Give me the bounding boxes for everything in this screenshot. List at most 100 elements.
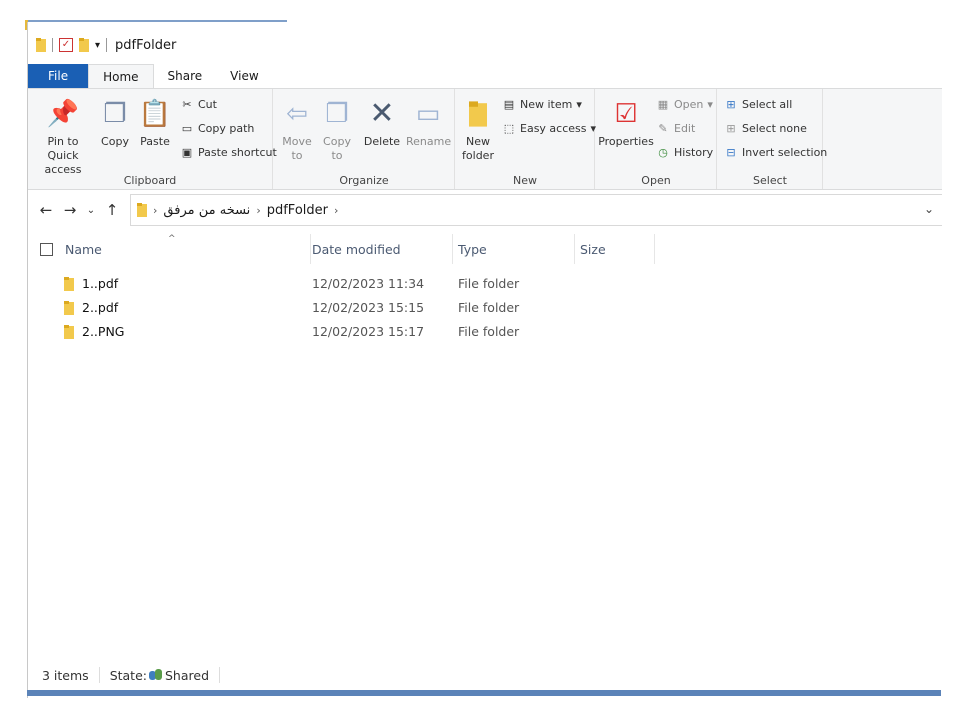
- select-all-button[interactable]: ⊞ Select all: [724, 97, 792, 111]
- move-to-icon: ⇦: [286, 99, 308, 129]
- tab-file[interactable]: File: [28, 64, 89, 88]
- rename-button[interactable]: ▭ Rename: [406, 97, 452, 149]
- recent-locations-chevron-icon[interactable]: ⌄: [82, 205, 100, 216]
- file-name: 2..pdf: [82, 300, 119, 315]
- edit-button[interactable]: ✎ Edit: [656, 121, 695, 135]
- new-folder-icon[interactable]: [79, 38, 89, 52]
- select-all-icon: ⊞: [726, 97, 736, 111]
- window-title: pdfFolder: [115, 37, 177, 53]
- edit-icon: ✎: [658, 121, 668, 135]
- select-none-button[interactable]: ⊞ Select none: [724, 121, 806, 135]
- copy-label: Copy: [101, 135, 129, 148]
- delete-x-icon: ✕: [369, 96, 395, 131]
- paste-button[interactable]: 📋 Paste: [136, 97, 174, 149]
- paste-shortcut-icon: ▣: [181, 145, 193, 159]
- file-name: 1..pdf: [82, 276, 119, 291]
- file-date: 12/02/2023 15:17: [312, 324, 425, 339]
- copy-icon: ❐: [103, 99, 127, 129]
- cut-label: Cut: [198, 97, 217, 111]
- column-headers: ^ Name Date modified Type Size: [28, 234, 942, 264]
- folder-icon: [64, 300, 74, 315]
- easy-access-icon: ⬚: [503, 121, 515, 135]
- new-folder-icon: [462, 97, 494, 131]
- new-item-button[interactable]: ▤ New item ▾: [502, 97, 582, 111]
- invert-selection-button[interactable]: ⊟ Invert selection: [724, 145, 827, 159]
- history-button[interactable]: ◷ History: [656, 145, 713, 159]
- ribbon: 📌 Pin to Quick access ❐ Copy 📋 Paste ✂ C…: [28, 88, 942, 190]
- organize-group-label: Organize: [339, 174, 389, 187]
- invert-selection-label: Invert selection: [742, 145, 828, 159]
- ribbon-tabs: File Home Share View: [28, 64, 942, 88]
- status-divider: [219, 667, 221, 683]
- forward-arrow-icon[interactable]: →: [58, 201, 82, 219]
- file-type: File folder: [458, 276, 520, 291]
- column-name-label: Name: [65, 241, 102, 257]
- breadcrumb-chevron-icon[interactable]: ›: [153, 204, 157, 217]
- paste-label: Paste: [140, 135, 170, 148]
- cut-button[interactable]: ✂ Cut: [180, 97, 217, 111]
- new-folder-label: New folder: [462, 135, 494, 162]
- file-name-cell: 2..pdf: [64, 300, 118, 315]
- new-item-label: New item: [520, 97, 573, 111]
- list-item[interactable]: 2..pdf 12/02/2023 15:15 File folder: [28, 296, 942, 320]
- column-size-header[interactable]: Size: [574, 234, 655, 264]
- address-dropdown-icon[interactable]: ⌄: [924, 202, 934, 216]
- copy-to-icon: ❐: [325, 99, 349, 129]
- new-item-dropdown-icon: ▾: [576, 97, 582, 111]
- folder-icon: [64, 324, 74, 339]
- copy-path-label: Copy path: [198, 121, 255, 135]
- status-divider: [98, 667, 100, 683]
- column-date-label: Date modified: [312, 241, 401, 257]
- new-item-icon: ▤: [503, 97, 515, 111]
- window-bottom-accent: [27, 690, 941, 696]
- tab-share[interactable]: Share: [154, 64, 217, 88]
- invert-selection-icon: ⊟: [726, 145, 736, 159]
- select-none-icon: ⊞: [726, 121, 736, 135]
- open-button[interactable]: ▦ Open ▾: [656, 97, 713, 111]
- pin-label: Pin to Quick access: [44, 135, 82, 176]
- select-group: ⊞ Select all ⊞ Select none ⊟ Invert sele…: [718, 89, 827, 189]
- delete-button[interactable]: ✕ Delete: [362, 97, 402, 149]
- tab-view[interactable]: View: [216, 64, 272, 88]
- breadcrumb-item[interactable]: pdfFolder: [267, 203, 328, 218]
- properties-button[interactable]: ☑ Properties: [598, 97, 654, 149]
- copy-path-icon: ▭: [181, 121, 193, 135]
- breadcrumb-chevron-icon[interactable]: ›: [334, 204, 338, 217]
- address-bar[interactable]: › نسخه من مرفق › pdfFolder ›: [130, 194, 942, 226]
- tab-home[interactable]: Home: [88, 64, 154, 88]
- customize-toolbar-dropdown-icon[interactable]: ▾: [95, 40, 100, 51]
- state-label: State:: [109, 667, 147, 683]
- pin-to-quick-access-button[interactable]: 📌 Pin to Quick access: [32, 97, 94, 177]
- new-folder-button[interactable]: New folder: [460, 97, 496, 163]
- list-item[interactable]: 1..pdf 12/02/2023 11:34 File folder: [28, 272, 942, 296]
- move-to-button[interactable]: ⇦ Move to: [280, 97, 314, 163]
- scissors-icon: ✂: [182, 97, 192, 111]
- shared-users-icon: [149, 669, 163, 681]
- copy-path-button[interactable]: ▭ Copy path: [180, 121, 255, 135]
- paste-shortcut-button[interactable]: ▣ Paste shortcut: [180, 145, 277, 159]
- state-value: Shared: [165, 667, 210, 683]
- clipboard-group-label: Clipboard: [123, 174, 177, 187]
- select-all-checkbox[interactable]: [40, 242, 53, 256]
- easy-access-button[interactable]: ⬚ Easy access ▾: [502, 121, 596, 135]
- breadcrumb-chevron-icon[interactable]: ›: [256, 204, 260, 217]
- properties-check-icon[interactable]: ✓: [59, 38, 73, 52]
- rename-label: Rename: [406, 135, 452, 148]
- edit-label: Edit: [674, 121, 696, 135]
- history-label: History: [674, 145, 714, 159]
- clipboard-group: 📌 Pin to Quick access ❐ Copy 📋 Paste ✂ C…: [28, 89, 277, 189]
- file-date: 12/02/2023 11:34: [312, 276, 425, 291]
- back-arrow-icon[interactable]: ←: [34, 201, 58, 219]
- breadcrumb-item[interactable]: نسخه من مرفق: [163, 203, 250, 218]
- up-arrow-icon[interactable]: ↑: [100, 201, 124, 219]
- copy-button[interactable]: ❐ Copy: [96, 97, 134, 149]
- column-type-header[interactable]: Type: [452, 234, 575, 264]
- column-date-header[interactable]: Date modified: [306, 234, 453, 264]
- list-item[interactable]: 2..PNG 12/02/2023 15:17 File folder: [28, 320, 942, 344]
- open-group-label: Open: [641, 174, 671, 187]
- copy-to-button[interactable]: ❐ Copy to: [320, 97, 354, 163]
- select-all-label: Select all: [742, 97, 793, 111]
- properties-label: Properties: [598, 135, 654, 148]
- column-name-header[interactable]: Name: [34, 234, 311, 264]
- delete-label: Delete: [363, 135, 401, 148]
